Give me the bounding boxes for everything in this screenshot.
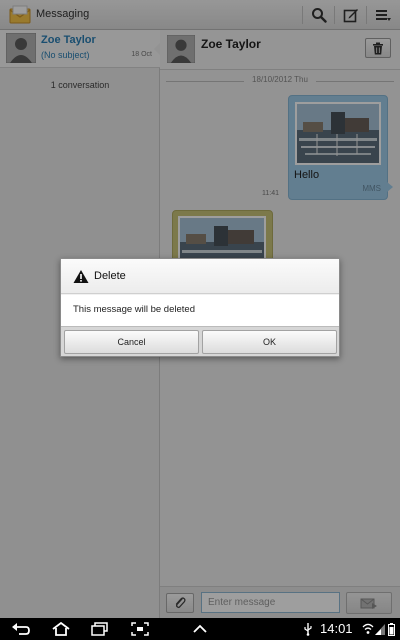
- dialog-message: This message will be deleted: [73, 304, 195, 315]
- back-icon: [12, 623, 30, 635]
- dialog-button-bar: Cancel OK: [61, 326, 339, 356]
- chevron-up-icon: [193, 624, 207, 633]
- system-bar: 14:01: [0, 618, 400, 640]
- recent-apps-icon: [91, 622, 108, 636]
- wifi-icon: [362, 621, 374, 637]
- home-icon: [52, 622, 70, 636]
- warning-icon: [73, 269, 89, 284]
- screenshot-button[interactable]: [129, 621, 151, 637]
- signal-icon: [375, 621, 385, 637]
- dialog-body: This message will be deleted: [61, 295, 339, 326]
- clock: 14:01: [320, 621, 353, 636]
- screenshot-icon: [131, 622, 149, 636]
- messaging-app: Messaging Zoe Taylor (No subject) 18 Oct…: [0, 0, 400, 618]
- ok-button[interactable]: OK: [202, 330, 337, 354]
- usb-icon: [302, 621, 314, 637]
- dialog-header: Delete: [61, 259, 339, 294]
- back-button[interactable]: [10, 621, 32, 637]
- recent-apps-button[interactable]: [89, 621, 111, 637]
- dialog-title: Delete: [94, 270, 126, 282]
- battery-icon: [387, 621, 395, 637]
- home-button[interactable]: [50, 621, 72, 637]
- delete-dialog: Delete This message will be deleted Canc…: [60, 258, 340, 357]
- quick-panel-button[interactable]: [190, 621, 210, 637]
- cancel-button[interactable]: Cancel: [64, 330, 199, 354]
